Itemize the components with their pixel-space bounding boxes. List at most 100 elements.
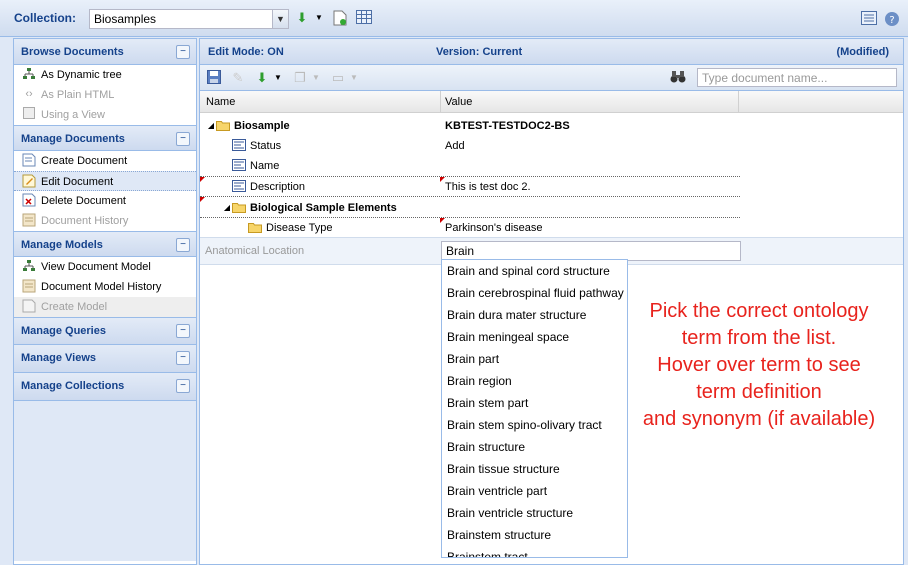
dropdown-option[interactable]: Brain stem part — [442, 392, 627, 414]
document-name-placeholder: Type document name... — [702, 71, 828, 85]
tree-row-biological-sample-elements[interactable]: ◢ Biological Sample Elements — [200, 198, 740, 218]
download-icon[interactable]: ⬇ — [294, 10, 310, 26]
chevron-down-icon[interactable]: ▼ — [272, 10, 288, 28]
collapse-icon[interactable]: − — [176, 45, 190, 59]
column-separator[interactable] — [738, 91, 739, 113]
section-title: Manage Queries — [21, 325, 106, 337]
create-model-icon — [22, 299, 36, 313]
annotation-line: Hover over term to see — [657, 354, 861, 376]
folder-icon — [216, 119, 230, 133]
nav-item-label: Delete Document — [41, 195, 126, 207]
collection-select[interactable]: Biosamples ▼ — [89, 9, 289, 29]
column-header-value[interactable]: Value — [445, 96, 472, 108]
copy-icon[interactable]: ❐ — [292, 70, 308, 86]
section-manage-collections[interactable]: Manage Collections − — [14, 373, 196, 401]
anatomical-location-label: Anatomical Location — [205, 245, 305, 257]
nav-item-label: Using a View — [41, 109, 105, 121]
history-icon — [22, 213, 36, 227]
nav-item-label: Create Document — [41, 155, 128, 167]
print-menu-chevron-icon[interactable]: ▼ — [346, 70, 362, 86]
edit-document-icon — [22, 174, 36, 188]
field-icon — [232, 139, 246, 153]
collapse-icon[interactable]: − — [176, 379, 190, 393]
section-manage-documents[interactable]: Manage Documents − — [14, 125, 196, 151]
dropdown-option[interactable]: Brain stem spino-olivary tract — [442, 414, 627, 436]
nav-item-plain-html[interactable]: ‹› As Plain HTML — [14, 85, 196, 105]
section-manage-queries[interactable]: Manage Queries − — [14, 317, 196, 345]
tree-row-status[interactable]: Status Add — [200, 136, 740, 156]
document-name-input[interactable]: Type document name... — [697, 68, 897, 87]
row-divider — [200, 196, 740, 197]
row-value: KBTEST-TESTDOC2-BS — [445, 120, 570, 132]
section-manage-views[interactable]: Manage Views − — [14, 345, 196, 373]
nav-item-dynamic-tree[interactable]: As Dynamic tree — [14, 65, 196, 85]
create-document-icon — [22, 153, 36, 167]
tree-row-description[interactable]: Description This is test doc 2. — [200, 177, 740, 197]
nav-item-edit-document[interactable]: Edit Document — [14, 171, 196, 191]
dropdown-option[interactable]: Brain region — [442, 370, 627, 392]
row-value[interactable]: Add — [445, 140, 465, 152]
html-icon: ‹› — [25, 88, 33, 100]
tree-row-disease-type[interactable]: Disease Type Parkinson's disease — [200, 218, 740, 238]
field-icon — [232, 159, 246, 173]
dropdown-option[interactable]: Brain part — [442, 348, 627, 370]
model-tree-icon — [22, 259, 36, 273]
section-manage-models[interactable]: Manage Models − — [14, 231, 196, 257]
dropdown-option[interactable]: Brain meningeal space — [442, 326, 627, 348]
document-toolbar: ✎ ⬇ ▼ ❐ ▼ ▭ ▼ Type document name... — [200, 65, 903, 91]
version-label: Version: Current — [436, 46, 523, 58]
nav-item-using-view[interactable]: Using a View — [14, 105, 196, 125]
help-icon[interactable]: ? — [884, 11, 900, 27]
anatomical-location-value: Brain — [446, 244, 475, 258]
save-icon[interactable] — [206, 70, 222, 86]
tree-row-name[interactable]: Name — [200, 156, 740, 176]
row-value[interactable]: This is test doc 2. — [445, 181, 531, 193]
annotation-line: and synonym (if available) — [642, 408, 876, 430]
dropdown-option[interactable]: Brain cerebrospinal fluid pathway — [442, 282, 627, 304]
collection-label: Collection: — [14, 11, 76, 25]
nav-item-create-document[interactable]: Create Document — [14, 151, 196, 171]
new-document-icon[interactable] — [332, 10, 348, 26]
tree-row-biosample[interactable]: ◢ Biosample KBTEST-TESTDOC2-BS — [200, 116, 740, 136]
section-title: Browse Documents — [21, 46, 124, 58]
collapse-icon[interactable]: − — [176, 324, 190, 338]
grid-header: Name Value — [200, 91, 903, 113]
grid-icon[interactable] — [356, 10, 372, 26]
download-icon[interactable]: ⬇ — [254, 70, 270, 86]
dropdown-option[interactable]: Brain tissue structure — [442, 458, 627, 480]
list-icon[interactable] — [861, 11, 877, 27]
edit-tool-icon[interactable]: ✎ — [230, 70, 246, 86]
copy-menu-chevron-icon[interactable]: ▼ — [308, 70, 324, 86]
section-title: Manage Models — [21, 239, 103, 251]
collapse-icon[interactable]: − — [176, 351, 190, 365]
nav-item-label: Document History — [41, 215, 129, 227]
collapse-icon[interactable]: − — [176, 238, 190, 252]
dropdown-option[interactable]: Brain ventricle part — [442, 480, 627, 502]
anatomical-location-input[interactable]: Brain — [441, 241, 741, 261]
nav-item-document-model-history[interactable]: Document Model History — [14, 277, 196, 297]
row-value[interactable]: Parkinson's disease — [445, 222, 543, 234]
nav-item-create-model[interactable]: Create Model — [14, 297, 196, 317]
download-menu-chevron-icon[interactable]: ▼ — [311, 10, 327, 26]
nav-item-document-history[interactable]: Document History — [14, 211, 196, 231]
dropdown-option[interactable]: Brain and spinal cord structure — [442, 260, 627, 282]
row-name: Biological Sample Elements — [250, 202, 397, 214]
nav-item-delete-document[interactable]: Delete Document — [14, 191, 196, 211]
nav-item-view-document-model[interactable]: View Document Model — [14, 257, 196, 277]
column-header-name[interactable]: Name — [206, 96, 235, 108]
section-browse-documents[interactable]: Browse Documents − — [14, 39, 196, 65]
download-menu-chevron-icon[interactable]: ▼ — [270, 70, 286, 86]
folder-icon — [248, 221, 262, 235]
instruction-annotation: Pick the correct ontology term from the … — [630, 298, 888, 433]
dropdown-option[interactable]: Brain dura mater structure — [442, 304, 627, 326]
dropdown-option[interactable]: Brain ventricle structure — [442, 502, 627, 524]
print-icon[interactable]: ▭ — [330, 70, 346, 86]
collapse-icon[interactable]: − — [176, 132, 190, 146]
binoculars-icon[interactable] — [670, 70, 686, 86]
left-navigation: Browse Documents − As Dynamic tree ‹› As… — [13, 38, 197, 565]
dropdown-option[interactable]: Brainstem tract — [442, 546, 627, 557]
dropdown-option[interactable]: Brain structure — [442, 436, 627, 458]
column-separator[interactable] — [440, 91, 441, 113]
section-title: Manage Documents — [21, 133, 125, 145]
dropdown-option[interactable]: Brainstem structure — [442, 524, 627, 546]
